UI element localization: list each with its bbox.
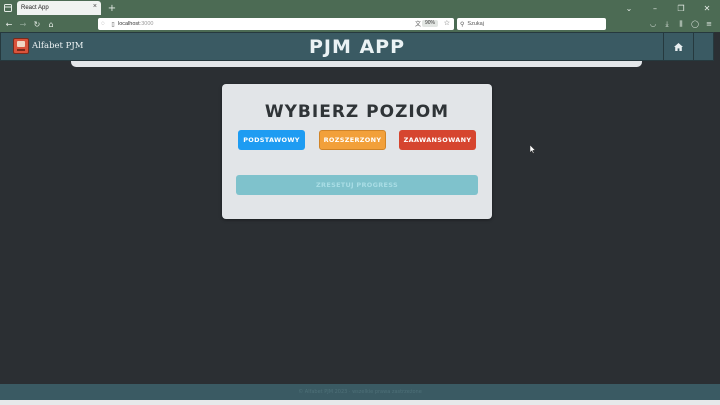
level-advanced-button[interactable]: ZAAWANSOWANY	[399, 130, 476, 150]
footer-text: © Alfabet PJM 2023 · wszelkie prawa zast…	[298, 389, 422, 395]
browser-tab[interactable]: React App ×	[17, 1, 101, 15]
download-icon[interactable]: ⤓	[660, 18, 674, 30]
maximize-icon[interactable]: ❐	[668, 4, 694, 13]
window-bottom-edge	[0, 400, 720, 405]
level-basic-button[interactable]: PODSTAWOWY	[238, 130, 305, 150]
close-window-icon[interactable]: ✕	[694, 4, 720, 13]
browser-toolbar: ◡ ⤓ ⫼ ◯ ≡	[646, 18, 716, 30]
library-icon[interactable]: ⫼	[674, 18, 688, 30]
new-tab-icon[interactable]: +	[105, 3, 119, 14]
translate-icon[interactable]: 文	[415, 19, 421, 28]
minimize-icon[interactable]: –	[642, 4, 668, 13]
reload-icon[interactable]: ↻	[30, 20, 44, 29]
header-underbar	[71, 61, 642, 67]
browser-tab-bar: React App × + ⌄ – ❐ ✕	[0, 0, 720, 16]
house-icon	[674, 42, 683, 51]
tab-close-icon[interactable]: ×	[93, 3, 97, 10]
level-extended-button[interactable]: ROZSZERZONY	[319, 130, 386, 150]
browser-nav-bar: ← → ↻ ⌂ ◌ ▯ localhost:3000 文 90% ☆ ⚲ Szu…	[0, 16, 720, 32]
menu-icon[interactable]: ≡	[702, 18, 716, 30]
search-icon: ⚲	[460, 21, 465, 28]
account-icon[interactable]: ◯	[688, 18, 702, 30]
url-port: :3000	[139, 21, 154, 27]
search-placeholder: Szukaj	[467, 21, 484, 27]
divider	[693, 33, 694, 60]
reset-progress-button[interactable]: ZRESETUJ PROGRESS	[236, 175, 478, 195]
back-arrow-icon[interactable]: ←	[2, 20, 16, 29]
home-icon[interactable]: ⌂	[44, 20, 58, 29]
tab-list-icon[interactable]	[0, 0, 16, 16]
app-title: PJM APP	[308, 36, 406, 58]
card-title: WYBIERZ POZIOM	[264, 102, 450, 122]
window-controls: ⌄ – ❐ ✕	[616, 4, 720, 13]
home-button[interactable]	[664, 33, 693, 60]
app-footer: © Alfabet PJM 2023 · wszelkie prawa zast…	[0, 384, 720, 400]
url-host: localhost	[118, 21, 140, 27]
chevron-down-icon[interactable]: ⌄	[616, 4, 642, 13]
app-header: Alfabet PJM PJM APP	[0, 32, 714, 61]
url-bar[interactable]: ◌ ▯ localhost:3000 文 90% ☆	[98, 18, 454, 30]
level-card: WYBIERZ POZIOM PODSTAWOWY ROZSZERZONY ZA…	[222, 84, 492, 219]
search-input[interactable]: ⚲ Szukaj	[457, 18, 606, 30]
shield-icon: ◌	[101, 21, 105, 27]
pocket-icon[interactable]: ◡	[646, 18, 660, 30]
page-icon: ▯	[111, 21, 115, 28]
forward-arrow-icon[interactable]: →	[16, 20, 30, 29]
zoom-level[interactable]: 90%	[421, 20, 438, 27]
mouse-cursor-icon	[530, 145, 536, 154]
tab-title: React App	[21, 5, 49, 11]
bookmark-star-icon[interactable]: ☆	[444, 19, 450, 27]
